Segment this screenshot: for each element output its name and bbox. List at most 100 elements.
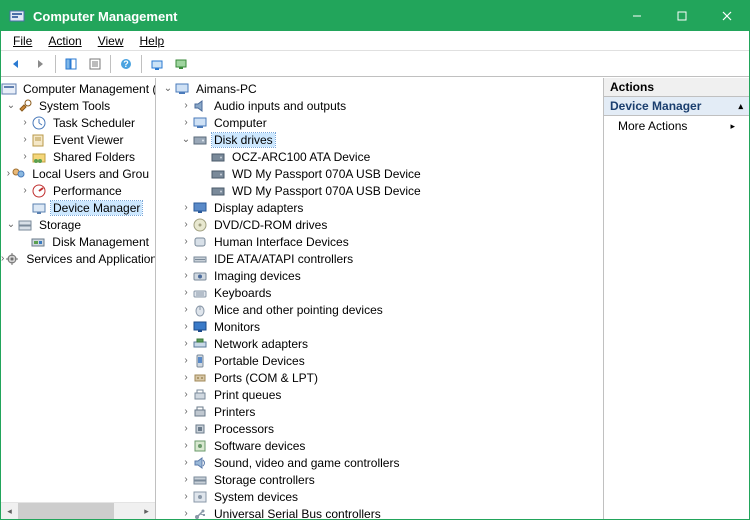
expand-icon[interactable]: › (180, 219, 192, 231)
device-label: Monitors (212, 320, 262, 334)
properties-button[interactable] (84, 53, 106, 75)
device-hid[interactable]: ›Human Interface Devices (156, 233, 603, 250)
collapse-icon[interactable]: ⌄ (180, 134, 192, 146)
device-tree[interactable]: ⌄Aimans-PC›Audio inputs and outputs›Comp… (156, 78, 603, 519)
device-label: Print queues (212, 388, 283, 402)
device-label: Imaging devices (212, 269, 303, 283)
ports-icon (192, 370, 208, 386)
maximize-button[interactable] (659, 1, 704, 31)
tree-item-disk-management[interactable]: Disk Management (1, 233, 155, 250)
device-monitors[interactable]: › Monitors (156, 318, 603, 335)
scroll-thumb[interactable] (18, 503, 114, 520)
device-root[interactable]: ⌄Aimans-PC (156, 80, 603, 97)
device-label: WD My Passport 070A USB Device (230, 184, 423, 198)
title-bar[interactable]: Computer Management (1, 1, 749, 31)
help-button[interactable]: ? (115, 53, 137, 75)
device-keyboards[interactable]: ›Keyboards (156, 284, 603, 301)
device-disk-item[interactable]: WD My Passport 070A USB Device (156, 165, 603, 182)
horizontal-scrollbar[interactable]: ◂ ▸ (1, 502, 155, 519)
scroll-right-button[interactable]: ▸ (138, 503, 155, 520)
expand-icon[interactable]: › (180, 270, 192, 282)
close-button[interactable] (704, 1, 749, 31)
tree-item-task-scheduler[interactable]: › Task Scheduler (1, 114, 155, 131)
tree-item-storage[interactable]: ⌄ Storage (1, 216, 155, 233)
device-audio[interactable]: ›Audio inputs and outputs (156, 97, 603, 114)
expand-icon[interactable]: › (180, 423, 192, 435)
tree-item-performance[interactable]: › Performance (1, 182, 155, 199)
monitor-icon (192, 319, 208, 335)
device-system-devices[interactable]: ›System devices (156, 488, 603, 505)
back-button[interactable] (5, 53, 27, 75)
device-printers[interactable]: ›Printers (156, 403, 603, 420)
menu-file[interactable]: File (5, 32, 40, 50)
minimize-button[interactable] (614, 1, 659, 31)
expand-icon[interactable]: › (19, 117, 31, 129)
menu-action[interactable]: Action (40, 32, 89, 50)
device-software[interactable]: ›Software devices (156, 437, 603, 454)
device-sound[interactable]: ›Sound, video and game controllers (156, 454, 603, 471)
expand-icon[interactable]: › (180, 253, 192, 265)
tree-item-shared-folders[interactable]: › Shared Folders (1, 148, 155, 165)
expand-icon[interactable]: › (180, 457, 192, 469)
tree-item-event-viewer[interactable]: › Event Viewer (1, 131, 155, 148)
device-mice[interactable]: ›Mice and other pointing devices (156, 301, 603, 318)
device-disk-drives[interactable]: ⌄Disk drives (156, 131, 603, 148)
device-print-queues[interactable]: › Print queues (156, 386, 603, 403)
menu-help[interactable]: Help (132, 32, 173, 50)
expand-icon[interactable]: › (180, 202, 192, 214)
expand-icon[interactable]: › (19, 151, 31, 163)
expand-icon[interactable]: › (180, 355, 192, 367)
expand-icon[interactable]: › (180, 236, 192, 248)
expand-icon[interactable]: › (180, 474, 192, 486)
expand-icon[interactable]: › (180, 338, 192, 350)
show-hide-tree-button[interactable] (60, 53, 82, 75)
expand-icon[interactable]: › (19, 134, 31, 146)
device-manager-icon (31, 200, 47, 216)
device-ports[interactable]: ›Ports (COM & LPT) (156, 369, 603, 386)
scroll-left-button[interactable]: ◂ (1, 503, 18, 520)
console-tree-panel: Computer Management (Lo ⌄ System Tools ›… (1, 78, 156, 519)
tree-item-device-manager[interactable]: Device Manager (1, 199, 155, 216)
device-usb[interactable]: ›Universal Serial Bus controllers (156, 505, 603, 519)
expand-icon[interactable]: › (180, 100, 192, 112)
collapse-icon[interactable]: ⌄ (162, 83, 174, 95)
expand-icon[interactable]: › (180, 389, 192, 401)
expand-icon[interactable]: › (180, 117, 192, 129)
device-computer[interactable]: ›Computer (156, 114, 603, 131)
actions-more-actions[interactable]: More Actions ▸ (604, 116, 749, 136)
collapse-icon[interactable]: ⌄ (5, 100, 17, 112)
menu-view[interactable]: View (90, 32, 132, 50)
expand-icon[interactable]: › (180, 406, 192, 418)
toolbar: ? (1, 51, 749, 77)
tree-item-system-tools[interactable]: ⌄ System Tools (1, 97, 155, 114)
device-portable[interactable]: ›Portable Devices (156, 352, 603, 369)
actions-section-device-manager[interactable]: Device Manager ▴ (604, 97, 749, 116)
actions-panel: Actions Device Manager ▴ More Actions ▸ (604, 78, 749, 519)
device-display-adapters[interactable]: ›Display adapters (156, 199, 603, 216)
device-ide[interactable]: ›IDE ATA/ATAPI controllers (156, 250, 603, 267)
device-processors[interactable]: ›Processors (156, 420, 603, 437)
expand-icon[interactable]: › (180, 440, 192, 452)
device-disk-item[interactable]: OCZ-ARC100 ATA Device (156, 148, 603, 165)
console-tree[interactable]: Computer Management (Lo ⌄ System Tools ›… (1, 78, 155, 502)
tree-item-services[interactable]: › Services and Application (1, 250, 155, 267)
display-icon (192, 200, 208, 216)
device-network[interactable]: ›Network adapters (156, 335, 603, 352)
scan-hardware-button[interactable] (146, 53, 168, 75)
expand-icon[interactable]: › (180, 304, 192, 316)
device-imaging[interactable]: › Imaging devices (156, 267, 603, 284)
expand-icon[interactable]: › (19, 185, 31, 197)
expand-icon[interactable]: › (180, 372, 192, 384)
device-view-button[interactable] (170, 53, 192, 75)
expand-icon[interactable]: › (180, 508, 192, 520)
device-storage-controllers[interactable]: ›Storage controllers (156, 471, 603, 488)
tree-item-root[interactable]: Computer Management (Lo (1, 80, 155, 97)
device-disk-item[interactable]: WD My Passport 070A USB Device (156, 182, 603, 199)
device-dvd[interactable]: ›DVD/CD-ROM drives (156, 216, 603, 233)
collapse-icon[interactable]: ⌄ (5, 219, 17, 231)
tree-item-local-users[interactable]: › Local Users and Grou (1, 165, 155, 182)
expand-icon[interactable]: › (180, 287, 192, 299)
forward-button[interactable] (29, 53, 51, 75)
expand-icon[interactable]: › (180, 491, 192, 503)
expand-icon[interactable]: › (180, 321, 192, 333)
